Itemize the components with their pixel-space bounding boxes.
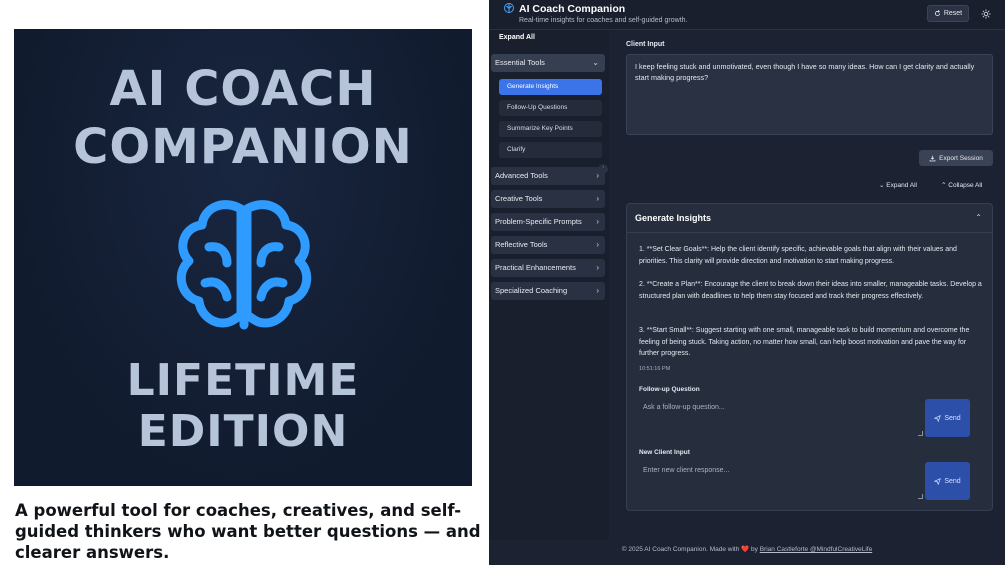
footer-by: by bbox=[751, 546, 758, 553]
sidebar-item-summarize-key-points[interactable]: Summarize Key Points bbox=[499, 121, 602, 137]
sidebar-group-specialized-coaching[interactable]: Specialized Coaching › bbox=[491, 282, 605, 300]
sidebar-item-generate-insights[interactable]: Generate Insights bbox=[499, 79, 602, 95]
export-session-label: Export Session bbox=[939, 154, 983, 162]
followup-question-label: Follow-up Question bbox=[639, 386, 700, 393]
chevron-right-icon: › bbox=[596, 217, 599, 226]
followup-send-button[interactable]: Send bbox=[925, 399, 970, 437]
promo-tagline: A powerful tool for coaches, creatives, … bbox=[15, 501, 481, 562]
brain-logo-icon bbox=[504, 3, 514, 13]
sidebar: Expand All Essential Tools ⌄ Generate In… bbox=[489, 30, 609, 540]
sidebar-item-follow-up-questions[interactable]: Follow-Up Questions bbox=[499, 100, 602, 116]
sidebar-item-clarify[interactable]: Clarify bbox=[499, 142, 602, 158]
chevron-right-icon: › bbox=[596, 286, 599, 295]
insights-card: Generate Insights ⌃ 1. **Set Clear Goals… bbox=[626, 203, 993, 511]
reset-button[interactable]: Reset bbox=[927, 5, 969, 22]
insight-paragraph: 1. **Set Clear Goals**: Help the client … bbox=[639, 246, 957, 265]
expand-all-button[interactable]: ⌄ Expand All bbox=[879, 181, 917, 189]
heart-icon: ❤️ bbox=[741, 546, 750, 553]
chevron-right-icon: › bbox=[596, 263, 599, 272]
app-title: AI Coach Companion bbox=[519, 3, 626, 15]
expand-all-label: Expand All bbox=[886, 182, 917, 189]
sidebar-group-label: Advanced Tools bbox=[495, 171, 548, 180]
sidebar-group-label: Essential Tools bbox=[495, 58, 545, 67]
new-client-input-label: New Client Input bbox=[639, 449, 690, 456]
sun-icon bbox=[981, 8, 991, 19]
reset-label: Reset bbox=[943, 10, 963, 17]
app-header: AI Coach Companion Real-time insights fo… bbox=[489, 0, 1005, 30]
sidebar-group-label: Problem-Specific Prompts bbox=[495, 217, 582, 226]
theme-toggle-button[interactable] bbox=[978, 5, 994, 22]
app-window: AI Coach Companion Real-time insights fo… bbox=[489, 0, 1005, 565]
chevron-right-icon: › bbox=[596, 240, 599, 249]
insight-timestamp: 10:51:16 PM bbox=[639, 366, 671, 372]
insight-paragraph: 3. **Start Small**: Suggest starting wit… bbox=[639, 327, 970, 357]
promo-title-line1: AI COACH bbox=[109, 61, 377, 117]
footer-text: © 2025 AI Coach Companion. Made with bbox=[621, 546, 740, 553]
chevron-right-icon: › bbox=[596, 171, 599, 180]
client-input-label: Client Input bbox=[626, 41, 665, 48]
sidebar-expand-all-button[interactable]: Expand All bbox=[499, 34, 535, 41]
chevron-up-icon[interactable]: ⌃ bbox=[975, 213, 982, 222]
client-input-field[interactable]: I keep feeling stuck and unmotivated, ev… bbox=[626, 54, 993, 135]
insights-card-title: Generate Insights bbox=[635, 213, 712, 223]
export-session-button[interactable]: Export Session bbox=[919, 150, 993, 166]
app-subtitle: Real-time insights for coaches and self-… bbox=[519, 17, 688, 24]
send-label: Send bbox=[944, 477, 961, 485]
promo-title-line2: COMPANION bbox=[73, 119, 413, 175]
promo-edition-line2: EDITION bbox=[137, 406, 349, 457]
sidebar-group-label: Creative Tools bbox=[495, 194, 543, 203]
new-client-input-placeholder: Enter new client response... bbox=[643, 467, 730, 474]
sidebar-group-label: Practical Enhancements bbox=[495, 263, 576, 272]
sidebar-group-practical-enhancements[interactable]: Practical Enhancements › bbox=[491, 259, 605, 277]
send-icon bbox=[934, 477, 942, 485]
followup-question-input[interactable]: Ask a follow-up question... bbox=[637, 399, 924, 437]
insight-paragraph: 2. **Create a Plan**: Encourage the clie… bbox=[639, 281, 982, 300]
insights-card-header[interactable]: Generate Insights ⌃ bbox=[627, 204, 992, 233]
sidebar-group-label: Specialized Coaching bbox=[495, 286, 568, 295]
new-input-send-button[interactable]: Send bbox=[925, 462, 970, 500]
sidebar-group-advanced-tools[interactable]: Advanced Tools › bbox=[491, 167, 605, 185]
download-icon bbox=[929, 155, 936, 161]
reset-icon bbox=[934, 10, 940, 17]
chevron-down-icon: ⌄ bbox=[592, 58, 599, 67]
promo-edition-line1: LIFETIME bbox=[126, 355, 360, 406]
resize-handle[interactable] bbox=[918, 494, 923, 499]
resize-handle[interactable] bbox=[918, 431, 923, 436]
footer: © 2025 AI Coach Companion. Made with ❤️ … bbox=[489, 545, 1005, 553]
send-icon bbox=[934, 414, 942, 422]
sidebar-group-essential-tools[interactable]: Essential Tools ⌄ bbox=[491, 54, 605, 72]
sidebar-group-problem-specific-prompts[interactable]: Problem-Specific Prompts › bbox=[491, 213, 605, 231]
sidebar-group-label: Reflective Tools bbox=[495, 240, 548, 249]
sidebar-group-reflective-tools[interactable]: Reflective Tools › bbox=[491, 236, 605, 254]
author-link[interactable]: Brian Castleforte @MindfulCreativeLife bbox=[760, 546, 872, 553]
brain-icon bbox=[176, 200, 312, 330]
promo-banner: AI COACH COMPANION LIFETIME EDITION bbox=[14, 29, 472, 486]
followup-question-placeholder: Ask a follow-up question... bbox=[643, 404, 725, 411]
collapse-all-button[interactable]: ⌃ Collapse All bbox=[941, 181, 982, 189]
chevron-right-icon: › bbox=[596, 194, 599, 203]
new-client-input[interactable]: Enter new client response... bbox=[637, 462, 924, 500]
send-label: Send bbox=[944, 414, 961, 422]
collapse-all-label: Collapse All bbox=[948, 182, 983, 189]
sidebar-group-creative-tools[interactable]: Creative Tools › bbox=[491, 190, 605, 208]
